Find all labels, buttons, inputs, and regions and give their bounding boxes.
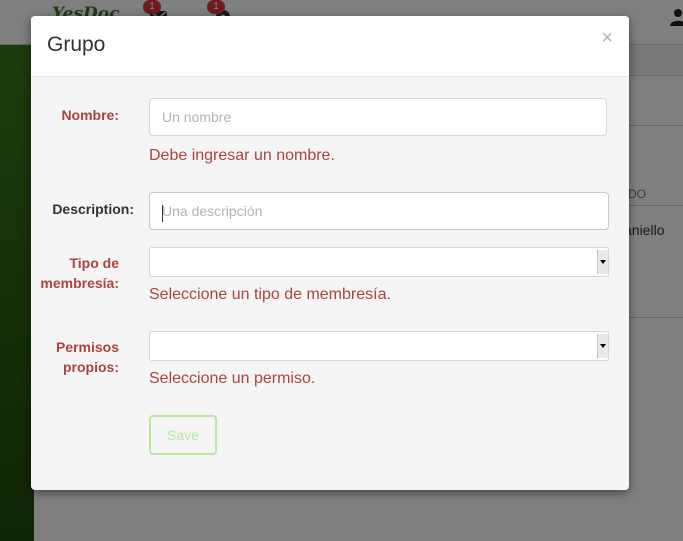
nombre-error: Debe ingresar un nombre. <box>149 147 335 164</box>
permisos-label-line1: Permisos <box>55 339 119 355</box>
modal-header: Grupo × <box>31 16 629 77</box>
tipo-membresia-label: Tipo de membresía: <box>31 253 119 293</box>
nombre-label: Nombre: <box>61 107 119 123</box>
description-input[interactable] <box>149 192 609 230</box>
group-modal: Grupo × Nombre: Debe ingresar un nombre.… <box>31 16 629 490</box>
save-button[interactable]: Save <box>149 415 217 455</box>
close-icon[interactable]: × <box>601 28 613 48</box>
permisos-label-line2: propios: <box>63 359 119 375</box>
nombre-input[interactable] <box>149 98 607 136</box>
tipo-membresia-label-line2: membresía: <box>40 275 119 291</box>
modal-title: Grupo <box>47 33 106 56</box>
tipo-membresia-error: Seleccione un tipo de membresía. <box>149 286 391 303</box>
description-label: Description: <box>52 201 134 217</box>
tipo-membresia-label-line1: Tipo de <box>69 255 119 271</box>
chevron-down-icon[interactable] <box>597 250 608 274</box>
tipo-membresia-select[interactable] <box>149 247 609 277</box>
chevron-down-icon[interactable] <box>597 334 608 358</box>
permisos-select[interactable] <box>149 331 609 361</box>
permisos-error: Seleccione un permiso. <box>149 370 316 387</box>
permisos-label: Permisos propios: <box>31 337 119 377</box>
text-caret <box>162 205 163 222</box>
